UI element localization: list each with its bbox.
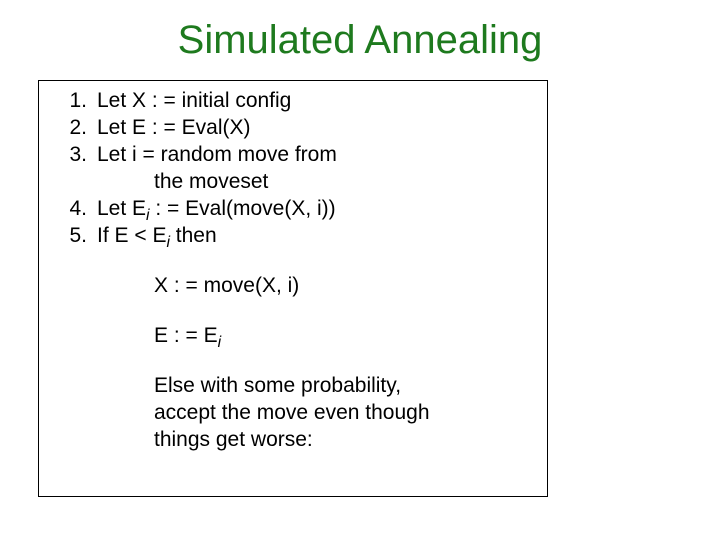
step-text: Let Ei : = Eval(move(X, i)) — [97, 197, 336, 220]
body-text: accept the move even though — [154, 401, 430, 424]
body-assign-x: X : = move(X, i) — [49, 272, 537, 299]
slide: Simulated Annealing 1.Let X : = initial … — [0, 0, 720, 540]
body-text: X : = move(X, i) — [154, 274, 299, 297]
step-number: 5. — [49, 222, 97, 249]
spacer — [49, 249, 537, 272]
spacer — [49, 299, 537, 322]
step-number: 3. — [49, 141, 97, 168]
step-text: Let i = random move from — [97, 143, 337, 166]
step-number: 2. — [49, 114, 97, 141]
step-text: the moveset — [154, 170, 268, 193]
step-2: 2.Let E : = Eval(X) — [49, 114, 537, 141]
slide-title: Simulated Annealing — [0, 18, 720, 63]
step-3-cont: the moveset — [49, 168, 537, 195]
algorithm-box: 1.Let X : = initial config 2.Let E : = E… — [38, 80, 548, 497]
step-5: 5.If E < Ei then — [49, 222, 537, 249]
body-text: things get worse: — [154, 428, 313, 451]
step-4: 4.Let Ei : = Eval(move(X, i)) — [49, 195, 537, 222]
step-3: 3.Let i = random move from — [49, 141, 537, 168]
body-text: Else with some probability, — [154, 374, 401, 397]
step-text: If E < Ei then — [97, 224, 217, 247]
body-assign-e: E : = Ei — [49, 322, 537, 349]
body-text: E : = Ei — [154, 324, 221, 347]
step-text: Let X : = initial config — [97, 89, 291, 112]
step-1: 1.Let X : = initial config — [49, 87, 537, 114]
step-number: 4. — [49, 195, 97, 222]
step-number: 1. — [49, 87, 97, 114]
spacer — [49, 349, 537, 372]
body-else-1: Else with some probability, — [49, 372, 537, 399]
body-else-2: accept the move even though — [49, 399, 537, 426]
step-text: Let E : = Eval(X) — [97, 116, 250, 139]
body-else-3: things get worse: — [49, 426, 537, 453]
